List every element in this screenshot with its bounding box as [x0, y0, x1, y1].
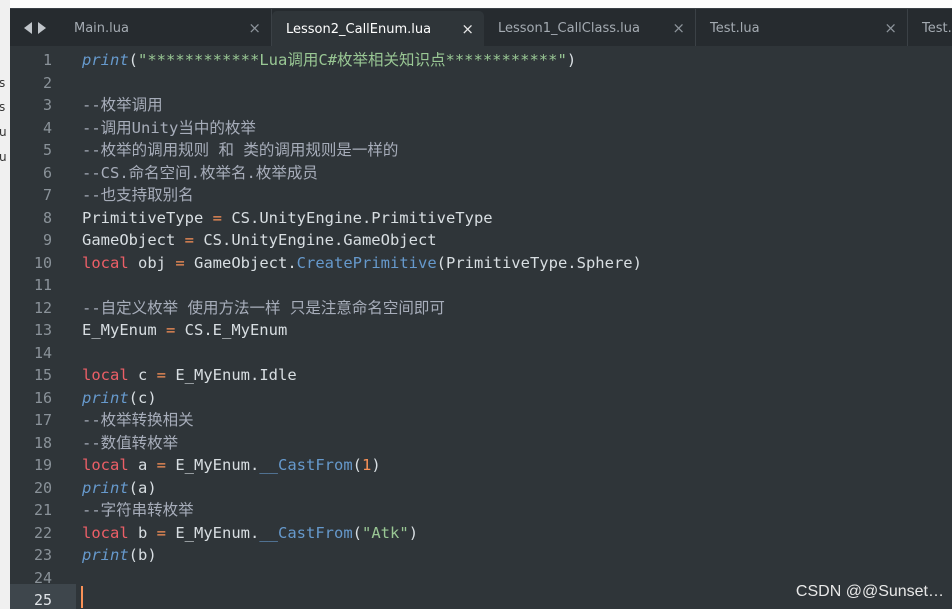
tab-label: Test.lua — [710, 20, 760, 36]
line-number: 1 — [42, 51, 52, 69]
code-line-17: --枚举转换相关 — [82, 411, 194, 429]
code-line-16: print(c) — [82, 388, 157, 407]
top-strip — [10, 0, 952, 8]
line-number: 7 — [42, 186, 52, 204]
code-line-5: --枚举的调用规则 和 类的调用规则是一样的 — [82, 141, 399, 159]
line-number: 10 — [33, 253, 52, 272]
line-number: 11 — [33, 276, 52, 294]
line-number: 17 — [33, 411, 52, 429]
close-icon[interactable]: × — [672, 19, 685, 37]
code-line-10: local obj = GameObject.CreatePrimitive(P… — [82, 253, 642, 272]
tab-lesson1-callclass[interactable]: Lesson1_CallClass.lua × — [484, 9, 696, 47]
line-number: 15 — [33, 366, 52, 384]
side-item[interactable]: s — [0, 76, 5, 90]
line-number: 6 — [42, 163, 52, 182]
line-number: 5 — [42, 141, 52, 159]
code-line-1: print("************Lua调用C#枚举相关知识点*******… — [82, 51, 577, 69]
line-number: 22 — [33, 523, 52, 542]
line-number-current: 25 — [33, 591, 52, 609]
line-number: 24 — [33, 568, 52, 587]
code-line-13: E_MyEnum = CS.E_MyEnum — [82, 321, 288, 339]
code-line-12: --自定义枚举 使用方法一样 只是注意命名空间即可 — [82, 298, 445, 317]
arrow-left-icon[interactable] — [24, 22, 32, 34]
code-line-15: local c = E_MyEnum.Idle — [82, 366, 297, 384]
tab-test-partial[interactable]: Test. — [908, 9, 952, 47]
line-number: 19 — [33, 456, 52, 474]
text-cursor — [81, 586, 83, 608]
code-line-18: --数值转枚举 — [82, 433, 179, 452]
close-icon[interactable]: × — [461, 20, 474, 38]
side-item[interactable]: u — [0, 125, 7, 139]
code-line-8: PrimitiveType = CS.UnityEngine.Primitive… — [82, 208, 493, 227]
side-panel: s s u u — [0, 0, 10, 609]
line-number: 3 — [42, 96, 52, 114]
code-line-3: --枚举调用 — [82, 96, 163, 114]
code-line-21: --字符串转枚举 — [82, 501, 194, 519]
arrow-right-icon[interactable] — [38, 22, 46, 34]
code-line-19: local a = E_MyEnum.__CastFrom(1) — [82, 456, 381, 474]
code-line-7: --也支持取别名 — [82, 186, 194, 204]
close-icon[interactable]: × — [248, 19, 261, 37]
line-number: 21 — [33, 501, 52, 519]
tab-lesson2-callenum[interactable]: Lesson2_CallEnum.lua × — [272, 11, 484, 47]
tab-bar: Main.lua × Lesson2_CallEnum.lua × Lesson… — [10, 8, 952, 47]
code-line-9: GameObject = CS.UnityEngine.GameObject — [82, 231, 437, 249]
code-line-23: print(b) — [82, 546, 157, 564]
side-item[interactable]: u — [0, 150, 7, 164]
line-number: 13 — [33, 321, 52, 339]
tab-label: Lesson2_CallEnum.lua — [286, 21, 432, 37]
line-number-gutter: 1 2 3 4 5 6 7 8 9 10 11 12 13 14 15 16 1… — [10, 46, 70, 609]
code-line-6: --CS.命名空间.枚举名.枚举成员 — [82, 163, 318, 182]
line-number: 16 — [33, 388, 52, 407]
editor-window: Main.lua × Lesson2_CallEnum.lua × Lesson… — [10, 0, 952, 609]
tab-main-lua[interactable]: Main.lua × — [60, 9, 272, 47]
code-line-4: --调用Unity当中的枚举 — [82, 118, 256, 137]
tab-nav-arrows — [10, 9, 60, 47]
side-item[interactable]: s — [0, 100, 5, 114]
code-line-20: print(a) — [82, 478, 157, 497]
tab-label: Lesson1_CallClass.lua — [498, 20, 640, 36]
line-number: 9 — [42, 231, 52, 249]
code-editor[interactable]: 1 2 3 4 5 6 7 8 9 10 11 12 13 14 15 16 1… — [10, 46, 952, 609]
line-number: 18 — [33, 433, 52, 452]
tab-label: Main.lua — [74, 20, 129, 36]
line-number: 20 — [33, 478, 52, 497]
tab-label: Test. — [922, 20, 952, 36]
close-icon[interactable]: × — [884, 19, 897, 37]
line-number: 4 — [42, 118, 52, 137]
line-number: 23 — [33, 546, 52, 564]
line-number: 2 — [42, 73, 52, 92]
line-number: 8 — [42, 208, 52, 227]
code-line-22: local b = E_MyEnum.__CastFrom("Atk") — [82, 523, 419, 542]
line-number: 12 — [33, 298, 52, 317]
tab-test-lua[interactable]: Test.lua × — [696, 9, 908, 47]
watermark: CSDN @@Sunset… — [795, 583, 944, 600]
line-number: 14 — [33, 343, 52, 362]
